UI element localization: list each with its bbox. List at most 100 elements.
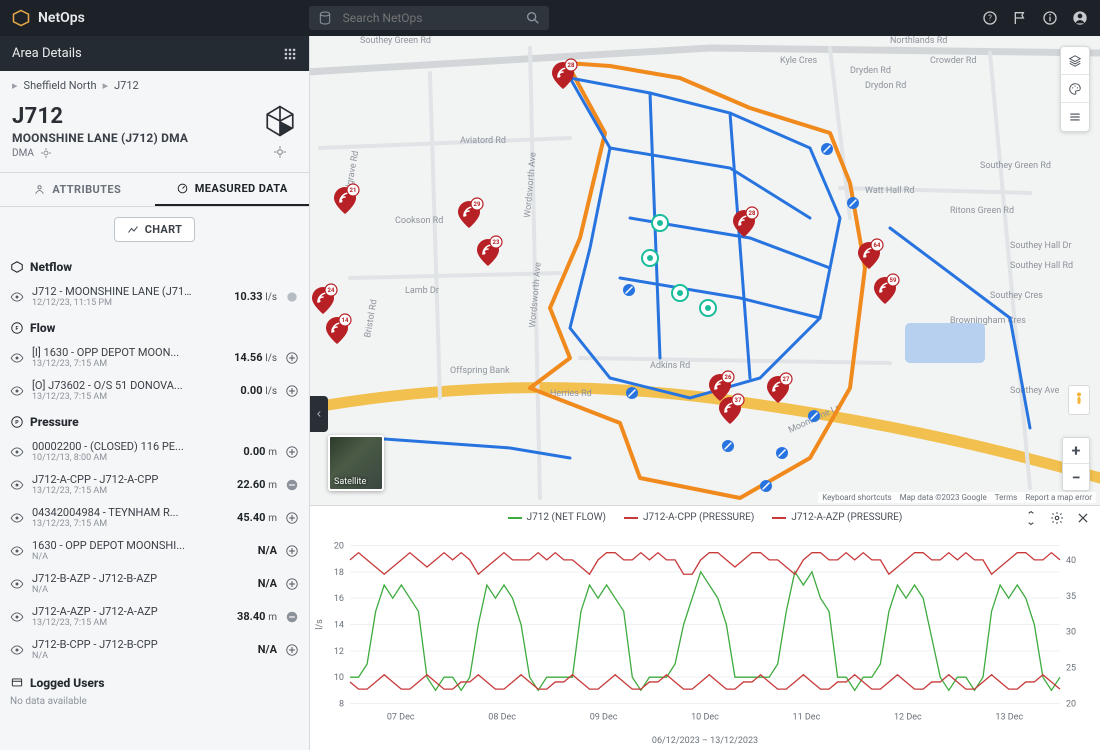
sidebar: Area Details ▸ Sheffield North ▸ J712 J7… [0, 36, 310, 750]
hydrant-marker[interactable] [642, 250, 658, 266]
brand-name: NetOps [38, 10, 85, 26]
valve-marker[interactable] [760, 480, 772, 492]
search-input[interactable] [341, 10, 517, 26]
add-icon[interactable] [285, 511, 299, 525]
breadcrumb: ▸ Sheffield North ▸ J712 [0, 71, 309, 100]
account-icon[interactable] [1072, 10, 1088, 26]
measured-list: Netflow J712 - MOONSHINE LANE (J712) ...… [0, 252, 309, 750]
topbar: NetOps ? [0, 0, 1100, 36]
help-icon[interactable]: ? [982, 10, 998, 26]
locate-icon[interactable] [40, 147, 52, 159]
svg-text:29: 29 [474, 201, 481, 208]
visibility-icon[interactable] [10, 643, 24, 657]
area-hex-icon [263, 104, 297, 138]
search-box[interactable] [309, 6, 549, 30]
series-line [350, 572, 1060, 691]
dot-icon[interactable] [285, 290, 299, 304]
add-icon[interactable] [285, 544, 299, 558]
road-label: Adkins Rd [650, 361, 690, 371]
legend-item[interactable]: J712-A-CPP (PRESSURE) [624, 512, 754, 523]
zoom-in-button[interactable]: + [1063, 438, 1089, 464]
remove-icon[interactable] [285, 478, 299, 492]
svg-text:25: 25 [1066, 664, 1076, 674]
visibility-icon[interactable] [10, 445, 24, 459]
valve-marker[interactable] [776, 447, 788, 459]
road-label: Offspring Bank [450, 366, 510, 376]
search-icon[interactable] [525, 10, 541, 26]
measurement-row: [O] J73602 - O/S 51 DONOVA...13/12/23, 7… [10, 374, 299, 407]
svg-text:11 Dec: 11 Dec [793, 713, 821, 723]
close-icon[interactable] [1076, 511, 1090, 525]
measurement-name: J712-A-CPP - J712-A-CPP [32, 473, 192, 486]
visibility-icon[interactable] [10, 511, 24, 525]
report-error-link[interactable]: Report a map error [1025, 493, 1092, 502]
svg-text:8: 8 [339, 700, 344, 710]
collapse-panel-button[interactable] [310, 396, 328, 432]
road-label: Southey Hall Rd [1010, 261, 1073, 271]
valve-marker[interactable] [808, 410, 820, 422]
remove-icon[interactable] [285, 610, 299, 624]
chart-plot[interactable]: 8101214161820l/s202530354007 Dec08 Dec09… [310, 529, 1100, 736]
legend-tool[interactable] [1061, 103, 1089, 131]
breadcrumb-level1[interactable]: Sheffield North [24, 79, 97, 92]
valve-marker[interactable] [623, 284, 635, 296]
hexagon-outline-icon [10, 260, 24, 274]
streetview-pegman[interactable] [1068, 385, 1090, 415]
add-icon[interactable] [285, 577, 299, 591]
add-icon[interactable] [285, 445, 299, 459]
visibility-icon[interactable] [10, 384, 24, 398]
layers-tool[interactable] [1061, 47, 1089, 75]
svg-text:09 Dec: 09 Dec [590, 713, 618, 723]
map[interactable]: Southey Green RdAviatord RdCookson RdLam… [310, 36, 1100, 505]
gear-icon[interactable] [1050, 511, 1064, 525]
legend-item[interactable]: J712 (NET FLOW) [508, 512, 606, 523]
flag-icon[interactable] [1012, 10, 1028, 26]
measurement-timestamp: N/A [32, 552, 250, 562]
palette-tool[interactable] [1061, 75, 1089, 103]
tab-attributes[interactable]: ATTRIBUTES [0, 173, 155, 206]
section-netflow: Netflow [10, 260, 299, 274]
chart-line-icon [127, 224, 139, 236]
svg-text:12: 12 [334, 647, 344, 657]
svg-text:14: 14 [334, 621, 344, 631]
legend-item[interactable]: J712-A-AZP (PRESSURE) [772, 512, 902, 523]
zoom-out-button[interactable]: − [1063, 464, 1089, 490]
svg-text:12 Dec: 12 Dec [894, 713, 922, 723]
visibility-icon[interactable] [10, 351, 24, 365]
terms-link[interactable]: Terms [995, 493, 1017, 502]
valve-marker[interactable] [821, 143, 833, 155]
visibility-icon[interactable] [10, 610, 24, 624]
tab-measured-data[interactable]: MEASURED DATA [155, 173, 310, 206]
svg-text:27: 27 [783, 376, 790, 383]
measurement-timestamp: 10/12/13, 8:00 AM [32, 453, 235, 463]
info-icon[interactable] [1042, 10, 1058, 26]
apps-grid-icon[interactable] [283, 47, 297, 61]
chart-button[interactable]: CHART [114, 217, 196, 242]
keyboard-shortcuts-link[interactable]: Keyboard shortcuts [822, 493, 891, 502]
svg-text:28: 28 [749, 210, 756, 217]
brand[interactable]: NetOps [12, 9, 85, 27]
users-empty: No data available [10, 696, 299, 707]
add-icon[interactable] [285, 351, 299, 365]
add-icon[interactable] [285, 384, 299, 398]
road-label: Southey Green Rd [360, 36, 431, 46]
visibility-icon[interactable] [10, 290, 24, 304]
visibility-icon[interactable] [10, 577, 24, 591]
visibility-icon[interactable] [10, 478, 24, 492]
add-icon[interactable] [285, 643, 299, 657]
hydrant-marker[interactable] [652, 215, 668, 231]
valve-marker[interactable] [847, 197, 859, 209]
valve-marker[interactable] [626, 387, 638, 399]
breadcrumb-level2[interactable]: J712 [114, 79, 139, 92]
satellite-toggle[interactable]: Satellite [328, 435, 384, 491]
expand-icon[interactable] [1024, 511, 1038, 525]
valve-marker[interactable] [722, 440, 734, 452]
svg-text:23: 23 [493, 239, 500, 246]
svg-text:20: 20 [1066, 700, 1076, 710]
measurement-value: 0.00 m [243, 445, 277, 458]
hydrant-marker[interactable] [700, 300, 716, 316]
locate-icon[interactable] [273, 145, 287, 159]
hydrant-marker[interactable] [672, 285, 688, 301]
visibility-icon[interactable] [10, 544, 24, 558]
zoom-control: + − [1062, 437, 1090, 491]
